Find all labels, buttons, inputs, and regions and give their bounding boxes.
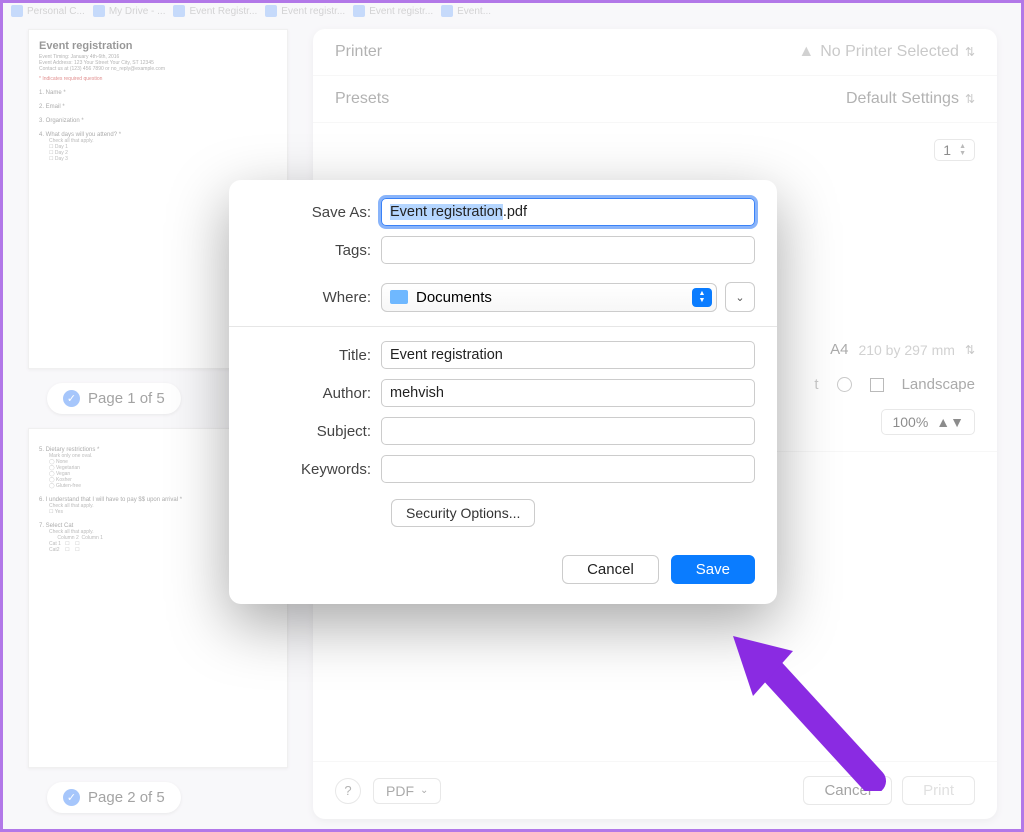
thumb-sub: Event Timing: January 4th-6th, 2016 Even…: [39, 54, 277, 72]
author-input[interactable]: [381, 379, 755, 407]
copies-stepper[interactable]: 1 ▲▼: [934, 139, 975, 161]
presets-value: Default Settings: [846, 90, 959, 108]
tab-icon: [265, 5, 277, 17]
author-label: Author:: [251, 385, 381, 402]
cancel-button[interactable]: Cancel: [562, 555, 659, 584]
tab-icon: [441, 5, 453, 17]
orientation-landscape-radio[interactable]: [837, 377, 852, 392]
tags-input[interactable]: [381, 236, 755, 264]
printer-row[interactable]: Printer ▲ No Printer Selected ⇅: [313, 29, 997, 76]
updown-icon: ⇅: [965, 45, 975, 59]
paper-size-value: A4: [830, 341, 848, 358]
print-footer: ? PDF ⌄ Cancel Print: [313, 761, 997, 819]
thumb-required: * Indicates required question: [39, 76, 277, 82]
security-options-button[interactable]: Security Options...: [391, 499, 535, 527]
scale-stepper[interactable]: 100% ▲▼: [881, 409, 975, 435]
save-button[interactable]: Save: [671, 555, 755, 584]
page-badge-1[interactable]: ✓ Page 1 of 5: [47, 383, 181, 414]
tab-icon: [11, 5, 23, 17]
tab-icon: [353, 5, 365, 17]
scale-value: 100%: [892, 414, 928, 430]
landscape-icon: [870, 378, 884, 392]
tab-2[interactable]: Event Registr...: [173, 5, 257, 17]
expand-button[interactable]: ⌄: [725, 282, 755, 312]
title-input[interactable]: [381, 341, 755, 369]
paper-dim: 210 by 297 mm: [858, 342, 955, 358]
where-value: Documents: [416, 289, 492, 306]
thumb-title: Event registration: [39, 40, 277, 52]
tab-4[interactable]: Event registr...: [353, 5, 433, 17]
folder-icon: [390, 290, 408, 304]
chevron-down-icon: ⌄: [420, 785, 428, 796]
print-cancel-button[interactable]: Cancel: [803, 776, 892, 805]
help-button[interactable]: ?: [335, 778, 361, 804]
copies-value: 1: [943, 142, 951, 158]
where-label: Where:: [251, 289, 381, 306]
save-dialog: Save As: Event registration.pdf Tags: Wh…: [229, 180, 777, 604]
updown-icon: ⇅: [965, 343, 975, 357]
printer-label: Printer: [335, 43, 382, 61]
check-icon: ✓: [63, 390, 80, 407]
warning-icon: ▲: [798, 43, 814, 61]
print-button[interactable]: Print: [902, 776, 975, 805]
page-badge-label: Page 2 of 5: [88, 789, 165, 806]
tab-icon: [173, 5, 185, 17]
save-as-label: Save As:: [251, 204, 381, 221]
tab-5[interactable]: Event...: [441, 5, 491, 17]
save-as-input[interactable]: Event registration.pdf: [381, 198, 755, 226]
tags-label: Tags:: [251, 242, 381, 259]
stepper-arrows-icon: ▲▼: [936, 414, 964, 430]
save-as-ext: .pdf: [503, 204, 527, 220]
tab-1[interactable]: My Drive - ...: [93, 5, 166, 17]
chevron-down-icon: ⌄: [735, 291, 744, 304]
tab-3[interactable]: Event registr...: [265, 5, 345, 17]
browser-tabs: Personal C... My Drive - ... Event Regis…: [3, 3, 1021, 19]
where-dropdown[interactable]: Documents ▲▼: [381, 283, 717, 312]
presets-label: Presets: [335, 90, 389, 108]
keywords-input[interactable]: [381, 455, 755, 483]
updown-icon: ⇅: [965, 92, 975, 106]
printer-value: No Printer Selected: [820, 43, 959, 61]
page-badge-label: Page 1 of 5: [88, 390, 165, 407]
subject-label: Subject:: [251, 423, 381, 440]
save-as-selection: Event registration: [390, 204, 503, 220]
check-icon: ✓: [63, 789, 80, 806]
keywords-label: Keywords:: [251, 461, 381, 478]
subject-input[interactable]: [381, 417, 755, 445]
pdf-dropdown[interactable]: PDF ⌄: [373, 778, 441, 804]
orientation-landscape-label: Landscape: [902, 376, 975, 393]
tab-icon: [93, 5, 105, 17]
stepper-arrows-icon: ▲▼: [959, 143, 966, 157]
title-label: Title:: [251, 347, 381, 364]
tab-0[interactable]: Personal C...: [11, 5, 85, 17]
page-badge-2[interactable]: ✓ Page 2 of 5: [47, 782, 181, 813]
presets-row[interactable]: Presets Default Settings ⇅: [313, 76, 997, 123]
updown-icon: ▲▼: [692, 288, 712, 307]
